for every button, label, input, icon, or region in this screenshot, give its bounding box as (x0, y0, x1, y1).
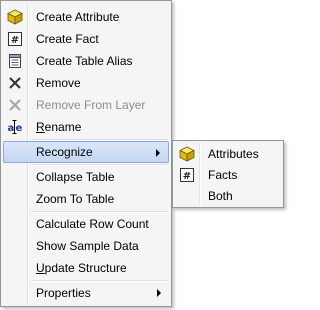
menu-item-zoom-to-table[interactable]: Zoom To Table (3, 188, 169, 210)
menu-item-calculate-row-count[interactable]: Calculate Row Count (3, 213, 169, 235)
menu-item-label: Zoom To Table (36, 192, 115, 206)
menu-item-show-sample-data[interactable]: Show Sample Data (3, 235, 169, 257)
fact-icon: # (7, 31, 23, 47)
submenu-item-label: Both (208, 189, 233, 203)
menu-item-recognize[interactable]: Recognize (3, 141, 169, 163)
svg-text:e: e (16, 123, 23, 134)
menu-item-create-attribute[interactable]: Create Attribute (3, 6, 169, 28)
menu-item-label: Calculate Row Count (36, 217, 149, 231)
menu-item-rename[interactable]: a e Rename (3, 116, 169, 138)
attribute-cube-icon (7, 9, 23, 25)
svg-text:#: # (11, 35, 19, 46)
submenu-item-both[interactable]: Both (175, 185, 283, 207)
remove-from-layer-icon (7, 97, 23, 113)
remove-x-icon (7, 75, 23, 91)
menu-item-properties[interactable]: Properties (3, 282, 169, 304)
submenu-item-label: Attributes (208, 147, 259, 161)
table-alias-icon (7, 53, 23, 69)
menu-item-label: Rename (36, 120, 82, 134)
submenu-item-facts[interactable]: # Facts (175, 164, 283, 186)
attribute-cube-icon (179, 146, 195, 162)
rename-icon: a e (7, 119, 23, 135)
context-menu: Create Attribute # Create Fact Create Ta… (0, 0, 172, 307)
menu-item-remove[interactable]: Remove (3, 72, 169, 94)
menu-item-collapse-table[interactable]: Collapse Table (3, 166, 169, 188)
menu-item-label: Show Sample Data (36, 239, 139, 253)
svg-text:#: # (183, 171, 191, 182)
menu-item-label: Update Structure (36, 261, 127, 275)
menu-item-label: Recognize (36, 145, 93, 159)
menu-item-label: Properties (36, 286, 91, 300)
submenu-item-attributes[interactable]: Attributes (175, 143, 283, 165)
menu-item-label: Collapse Table (36, 170, 115, 184)
menu-item-label: Remove From Layer (36, 98, 146, 112)
submenu-arrow-icon (156, 149, 160, 157)
menu-item-label: Remove (36, 76, 81, 90)
menu-item-create-table-alias[interactable]: Create Table Alias (3, 50, 169, 72)
submenu-item-label: Facts (208, 168, 238, 182)
recognize-submenu: Attributes # Facts Both (172, 140, 284, 208)
menu-item-remove-from-layer[interactable]: Remove From Layer (3, 94, 169, 116)
svg-text:a: a (8, 123, 15, 134)
submenu-arrow-icon (157, 289, 161, 297)
menu-item-label: Create Fact (36, 32, 99, 46)
menu-item-label: Create Table Alias (36, 54, 133, 68)
menu-item-update-structure[interactable]: Update Structure (3, 257, 169, 279)
menu-item-create-fact[interactable]: # Create Fact (3, 28, 169, 50)
fact-icon: # (179, 167, 195, 183)
menu-item-label: Create Attribute (36, 10, 120, 24)
